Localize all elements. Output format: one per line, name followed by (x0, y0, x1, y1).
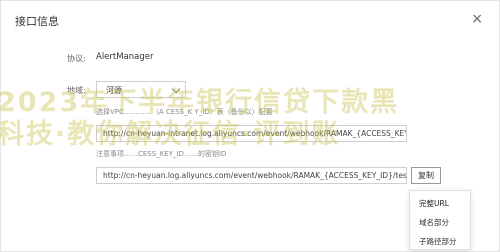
intranet-hint-text: 选择VPC…………（A CESS_K Y_ID）表（备份以）配置 (96, 108, 273, 116)
public-hint: 注意事项……CESS_KEY_ID……的密钥ID (96, 149, 226, 159)
dropdown-item-domain[interactable]: 域名部分 (419, 217, 449, 228)
public-url-text: http://cn-heyuan.log.aliyuncs.com/event/… (103, 171, 407, 180)
dropdown-item-full-url[interactable]: 完整URL (419, 198, 449, 209)
intranet-url-text: http://cn-heyuan-intranet.log.aliyuncs.c… (103, 129, 407, 138)
intranet-hint: 选择VPC…………（A CESS_K Y_ID）表（备份以）配置 (96, 107, 273, 117)
intranet-url-field[interactable]: http://cn-heyuan-intranet.log.aliyuncs.c… (96, 125, 407, 142)
chevron-down-icon (171, 84, 181, 94)
protocol-value: AlertManager (96, 52, 154, 62)
dialog-title: 接口信息 (15, 15, 59, 28)
copy-button[interactable]: 复制 (411, 167, 441, 184)
close-icon[interactable]: × (471, 12, 483, 26)
dropdown-item-subpath[interactable]: 子路径部分 (419, 236, 457, 247)
region-select-value: 河源 (106, 86, 122, 95)
public-hint-text: 注意事项……CESS_KEY_ID……的密钥ID (96, 150, 227, 158)
protocol-label: 协议: (67, 54, 86, 63)
region-select[interactable]: 河源 (96, 81, 186, 98)
copy-dropdown-menu: 完整URL 域名部分 子路径部分 (409, 190, 471, 250)
public-url-field[interactable]: http://cn-heyuan.log.aliyuncs.com/event/… (96, 167, 407, 184)
interface-info-dialog: 接口信息 × 协议: AlertManager 地域: 河源 选择VPC…………… (0, 0, 500, 252)
region-label: 地域: (67, 86, 86, 95)
